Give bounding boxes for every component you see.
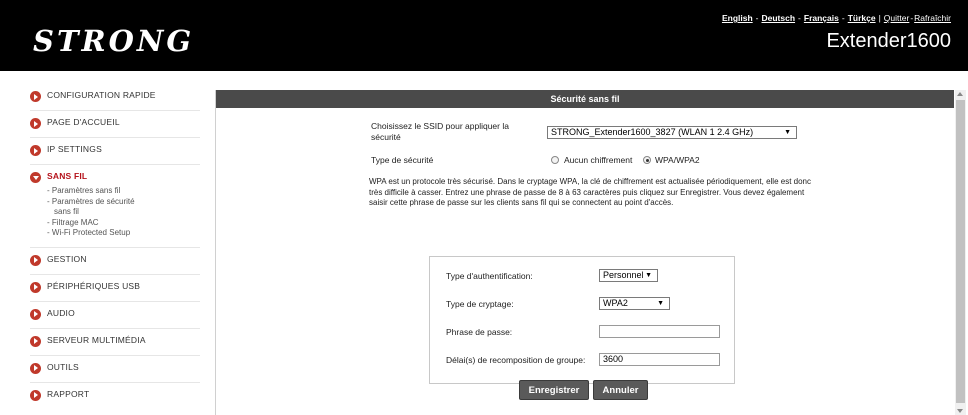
sans-fil-submenu: - Paramètres sans fil - Paramètres de sé… xyxy=(47,186,200,239)
scroll-down-arrow-icon[interactable] xyxy=(957,409,963,413)
radio-no-encryption[interactable] xyxy=(551,156,559,164)
sidebar-item-configuration-rapide[interactable]: CONFIGURATION RAPIDE xyxy=(30,90,200,102)
cancel-button[interactable]: Annuler xyxy=(593,380,648,400)
chevron-down-icon: ▼ xyxy=(784,129,791,136)
sidebar-item-label: IP SETTINGS xyxy=(47,144,102,154)
radio-wpa-wpa2-label: WPA/WPA2 xyxy=(655,155,700,165)
sidebar-item-label: SERVEUR MULTIMÉDIA xyxy=(47,334,146,345)
sidebar-item-audio[interactable]: AUDIO xyxy=(30,308,200,320)
sidebar-item-sans-fil[interactable]: SANS FIL xyxy=(30,171,200,183)
group-rekey-label: Délai(s) de recomposition de groupe: xyxy=(446,355,586,365)
page-scrollbar[interactable] xyxy=(955,90,966,415)
language-bar: English - Deutsch - Français - Türkçe | Quitter-… xyxy=(721,13,951,23)
sidebar-item-serveur-multimedia[interactable]: SERVEUR MULTIMÉDIA xyxy=(30,335,200,347)
lang-turkce-link[interactable]: Türkçe xyxy=(848,13,876,23)
lang-deutsch-link[interactable]: Deutsch xyxy=(762,13,796,23)
passphrase-label: Phrase de passe: xyxy=(446,327,513,337)
device-name: Extender1600 xyxy=(826,30,951,52)
chevron-down-icon: ▼ xyxy=(657,300,664,307)
submenu-wps[interactable]: - Wi-Fi Protected Setup xyxy=(47,228,200,239)
wpa-settings-form: Type d'authentification: Personnel ▼ Typ… xyxy=(429,256,735,384)
divider xyxy=(30,300,200,302)
sidebar-item-label: AUDIO xyxy=(47,307,75,318)
sidebar-item-label: PAGE D'ACCUEIL xyxy=(47,117,120,127)
sidebar-item-label: SANS FIL xyxy=(47,171,88,181)
refresh-link[interactable]: Rafraîchir xyxy=(914,13,951,23)
main-panel: Sécurité sans fil Choisissez le SSID pou… xyxy=(215,90,954,415)
arrow-down-icon xyxy=(30,172,41,183)
radio-no-encryption-label: Aucun chiffrement xyxy=(564,155,633,165)
divider xyxy=(30,246,200,248)
sidebar-item-outils[interactable]: OUTILS xyxy=(30,362,200,374)
divider xyxy=(30,327,200,329)
ssid-select[interactable]: STRONG_Extender1600_3827 (WLAN 1 2.4 GHz… xyxy=(547,126,797,139)
group-rekey-input[interactable]: 3600 xyxy=(599,353,720,366)
submenu-parametres-securite[interactable]: - Paramètres de sécurité xyxy=(47,197,200,208)
arrow-right-icon xyxy=(30,281,41,293)
lang-english-link[interactable]: English xyxy=(722,13,753,23)
sidebar-item-peripheriques-usb[interactable]: PÉRIPHÉRIQUES USB xyxy=(30,281,200,293)
submenu-parametres-sans-fil[interactable]: - Paramètres sans fil xyxy=(47,186,200,197)
sidebar-item-ip-settings[interactable]: IP SETTINGS xyxy=(30,144,200,156)
divider xyxy=(30,381,200,383)
sidebar-item-label: CONFIGURATION RAPIDE xyxy=(47,90,156,100)
arrow-right-icon xyxy=(30,91,41,102)
passphrase-input[interactable] xyxy=(599,325,720,338)
header-bar: STRONG English - Deutsch - Français - Türkçe | Q… xyxy=(0,0,968,71)
quit-link[interactable]: Quitter xyxy=(884,13,910,23)
arrow-right-icon xyxy=(30,118,41,129)
sidebar-item-page-accueil[interactable]: PAGE D'ACCUEIL xyxy=(30,117,200,129)
radio-wpa-wpa2[interactable] xyxy=(643,156,651,164)
arrow-right-icon xyxy=(30,335,41,347)
sidebar-item-label: PÉRIPHÉRIQUES USB xyxy=(47,280,141,291)
ssid-select-value: STRONG_Extender1600_3827 (WLAN 1 2.4 GHz… xyxy=(551,127,754,137)
auth-type-select[interactable]: Personnel ▼ xyxy=(599,269,658,282)
sidebar-item-label: GESTION xyxy=(47,253,87,264)
cipher-type-label: Type de cryptage: xyxy=(446,299,514,309)
cipher-type-value: WPA2 xyxy=(603,298,628,308)
save-button[interactable]: Enregistrer xyxy=(519,380,589,400)
scroll-thumb[interactable] xyxy=(956,100,965,403)
sidebar-item-label: OUTILS xyxy=(47,361,79,372)
page-title: Sécurité sans fil xyxy=(216,90,954,108)
lang-francais-link[interactable]: Français xyxy=(804,13,839,23)
strong-logo: STRONG xyxy=(33,24,195,58)
sidebar-item-label: RAPPORT xyxy=(47,388,90,399)
sidebar: CONFIGURATION RAPIDE PAGE D'ACCUEIL IP S… xyxy=(30,90,200,409)
divider xyxy=(30,164,200,165)
divider xyxy=(30,137,200,138)
divider xyxy=(30,273,200,275)
submenu-parametres-securite-cont[interactable]: sans fil xyxy=(47,207,200,218)
arrow-right-icon xyxy=(30,145,41,156)
auth-type-label: Type d'authentification: xyxy=(446,271,533,281)
arrow-right-icon xyxy=(30,362,41,374)
submenu-filtrage-mac[interactable]: - Filtrage MAC xyxy=(47,218,200,229)
arrow-right-icon xyxy=(30,389,41,401)
arrow-right-icon xyxy=(30,254,41,266)
ssid-label: Choisissez le SSID pour appliquer la séc… xyxy=(371,121,509,142)
panel-content: Choisissez le SSID pour appliquer la séc… xyxy=(216,108,954,415)
auth-type-value: Personnel xyxy=(603,270,644,280)
scroll-up-arrow-icon[interactable] xyxy=(957,92,963,96)
chevron-down-icon: ▼ xyxy=(645,272,652,279)
divider xyxy=(30,110,200,111)
arrow-right-icon xyxy=(30,308,41,320)
divider xyxy=(30,354,200,356)
security-type-label: Type de sécurité xyxy=(371,155,434,165)
cipher-type-select[interactable]: WPA2 ▼ xyxy=(599,297,670,310)
sidebar-item-rapport[interactable]: RAPPORT xyxy=(30,389,200,401)
sidebar-item-gestion[interactable]: GESTION xyxy=(30,254,200,266)
wpa-description: WPA est un protocole très sécurisé. Dans… xyxy=(369,177,811,207)
